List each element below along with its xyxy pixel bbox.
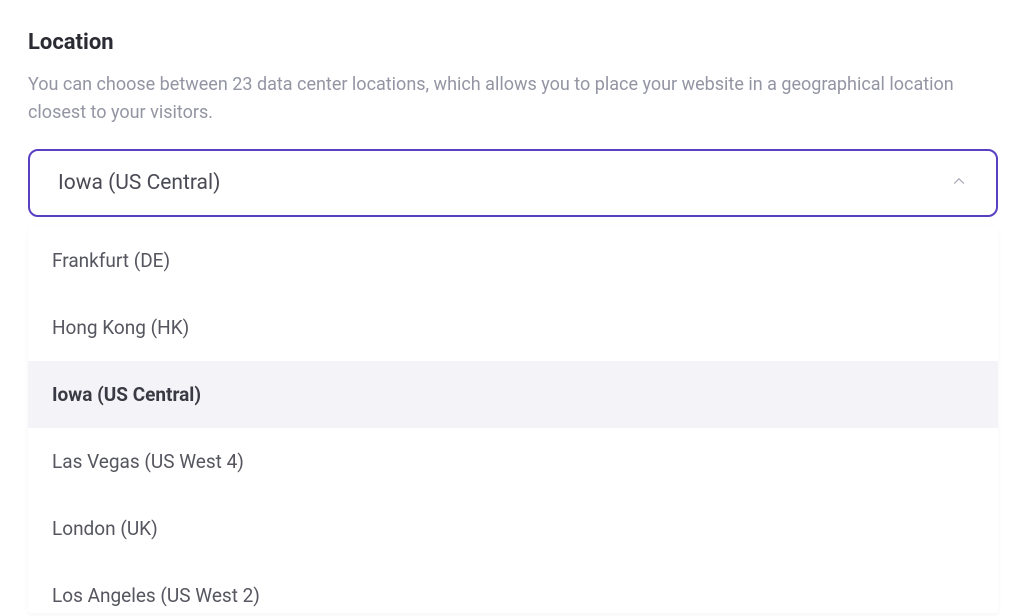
location-select-trigger[interactable]: Iowa (US Central) (28, 149, 998, 217)
location-title: Location (28, 30, 996, 55)
location-option[interactable]: Frankfurt (DE) (28, 227, 998, 294)
chevron-up-icon (950, 172, 968, 194)
location-option[interactable]: Las Vegas (US West 4) (28, 428, 998, 495)
location-description: You can choose between 23 data center lo… (28, 71, 988, 127)
location-option[interactable]: London (UK) (28, 495, 998, 562)
location-option[interactable]: Los Angeles (US West 2) (28, 562, 998, 613)
location-option[interactable]: Hong Kong (HK) (28, 294, 998, 361)
location-option[interactable]: Iowa (US Central) (28, 361, 998, 428)
location-select-value: Iowa (US Central) (58, 171, 220, 195)
location-dropdown-panel: Frankfurt (DE) Hong Kong (HK) Iowa (US C… (28, 227, 998, 613)
